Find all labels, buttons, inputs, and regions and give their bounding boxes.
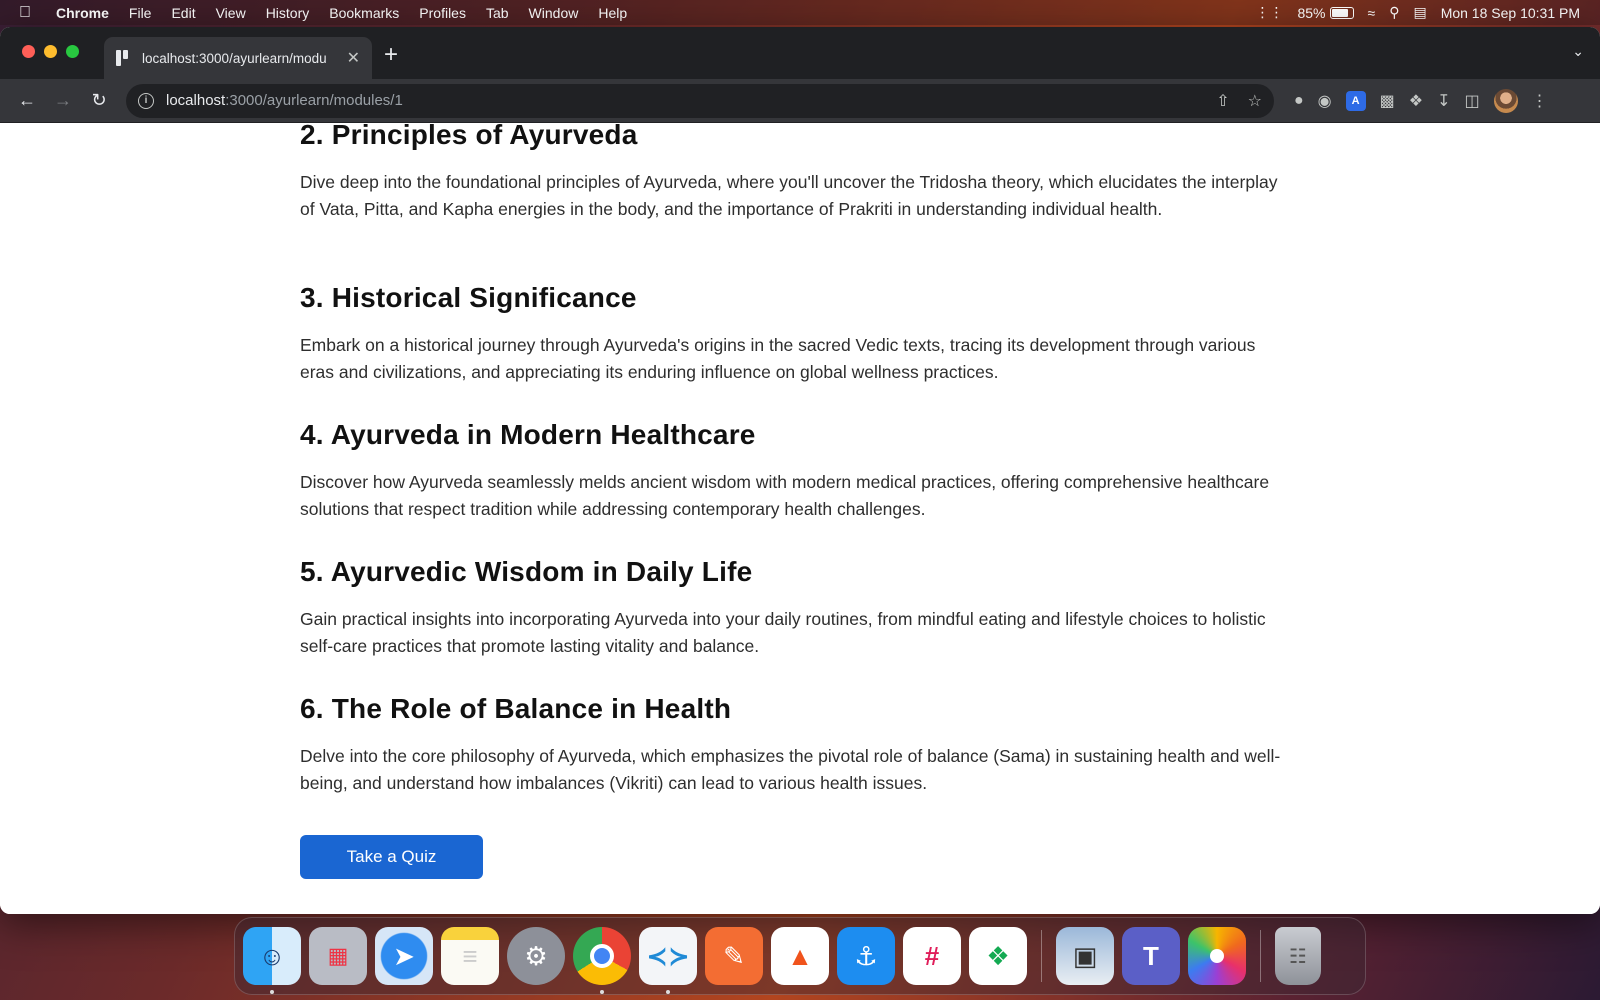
docker-icon[interactable]: ⚓ [837, 927, 895, 985]
extension-dot-icon[interactable]: ● [1294, 92, 1304, 110]
site-info-icon[interactable]: i [138, 92, 154, 109]
site-favicon-icon [116, 50, 130, 66]
launchpad-icon[interactable]: ▦ [309, 927, 367, 985]
battery-icon [1329, 6, 1354, 19]
section-heading: 2. Principles of Ayurveda [300, 123, 638, 150]
forward-button[interactable]: → [48, 86, 78, 116]
browser-toolbar: ← → ↻ i localhost:3000/ayurlearn/modules… [0, 79, 1600, 123]
close-window-button[interactable] [22, 45, 35, 58]
tab-search-chevron-icon[interactable]: ⌄ [1572, 43, 1584, 60]
dock-separator [1041, 930, 1042, 982]
menubar-clock[interactable]: Mon 18 Sep 10:31 PM [1441, 5, 1580, 21]
window-controls [22, 45, 79, 58]
back-button[interactable]: ← [12, 86, 42, 116]
section-body: Discover how Ayurveda seamlessly melds a… [300, 472, 1270, 519]
section-heading: 4. Ayurveda in Modern Healthcare [300, 419, 756, 450]
module-section-daily-life: 5. Ayurvedic Wisdom in Daily Life Gain p… [300, 556, 1285, 659]
extensions-puzzle-icon[interactable]: ❖ [1409, 91, 1423, 111]
tab-strip: localhost:3000/ayurlearn/modu ✕ + ⌄ [0, 27, 1600, 79]
notes-icon[interactable]: ≡ [441, 927, 499, 985]
slack-icon[interactable]: # [903, 927, 961, 985]
side-panel-icon[interactable]: ◫ [1465, 91, 1480, 111]
browser-window: localhost:3000/ayurlearn/modu ✕ + ⌄ ← → … [0, 27, 1600, 914]
minimize-window-button[interactable] [44, 45, 57, 58]
module-section-history: 3. Historical Significance Embark on a h… [300, 282, 1285, 385]
preview-icon[interactable]: ▣ [1056, 927, 1114, 985]
menu-history[interactable]: History [256, 5, 320, 21]
wifi-icon[interactable]: ≈ [1368, 5, 1376, 21]
fullscreen-window-button[interactable] [66, 45, 79, 58]
mongodb-compass-icon[interactable]: ❖ [969, 927, 1027, 985]
section-body: Dive deep into the foundational principl… [300, 172, 1278, 219]
apple-menu-icon[interactable]:  [0, 4, 50, 22]
share-icon[interactable]: ⇧ [1216, 91, 1229, 111]
battery-percent: 85% [1297, 4, 1326, 21]
downloads-icon[interactable]: ↧ [1437, 91, 1450, 111]
menu-window[interactable]: Window [519, 5, 589, 21]
menu-profiles[interactable]: Profiles [409, 5, 476, 21]
camera-extension-icon[interactable]: ◉ [1318, 91, 1332, 111]
url-path: :3000/ayurlearn/modules/1 [225, 92, 403, 109]
section-heading: 5. Ayurvedic Wisdom in Daily Life [300, 556, 753, 587]
page-viewport: 2. Principles of Ayurveda Dive deep into… [0, 123, 1600, 914]
new-tab-button[interactable]: + [384, 41, 398, 69]
menu-help[interactable]: Help [588, 5, 637, 21]
extensions-area: ● ◉ A ▩ ❖ ↧ ◫ ⋮ [1294, 88, 1548, 113]
dock-separator [1260, 930, 1261, 982]
safari-icon[interactable]: ➤ [375, 927, 433, 985]
reload-button[interactable]: ↻ [84, 86, 114, 116]
control-center-icon[interactable]: ▤ [1413, 4, 1426, 21]
tab-active[interactable]: localhost:3000/ayurlearn/modu ✕ [104, 37, 372, 79]
bookmark-star-icon[interactable]: ☆ [1248, 91, 1262, 111]
chrome-icon[interactable] [573, 927, 631, 994]
postman-icon[interactable]: ✎ [705, 927, 763, 985]
section-heading: 3. Historical Significance [300, 282, 637, 313]
spotlight-search-icon[interactable]: ⚲ [1389, 4, 1399, 21]
system-settings-icon[interactable]: ⚙ [507, 927, 565, 985]
brave-icon[interactable]: ▲ [771, 927, 829, 985]
section-heading: 6. The Role of Balance in Health [300, 693, 732, 724]
menu-bookmarks[interactable]: Bookmarks [319, 5, 409, 21]
macos-dock: ☺ ▦ ➤ ≡ ⚙ ≺≻ ✎ ▲ ⚓ # ❖ ▣ T ☷ [234, 917, 1366, 995]
section-body: Embark on a historical journey through A… [300, 335, 1256, 382]
tab-title: localhost:3000/ayurlearn/modu [142, 50, 327, 66]
photos-icon[interactable] [1188, 927, 1246, 985]
module-section-principles: 2. Principles of Ayurveda Dive deep into… [300, 123, 1285, 222]
profile-avatar[interactable] [1493, 88, 1518, 113]
finder-icon[interactable]: ☺ [243, 927, 301, 994]
trash-icon[interactable]: ☷ [1275, 927, 1321, 985]
battery-level-fill [1331, 8, 1348, 17]
app-menu-chrome[interactable]: Chrome [50, 5, 119, 21]
chrome-menu-icon[interactable]: ⋮ [1532, 91, 1548, 111]
menu-view[interactable]: View [206, 5, 256, 21]
section-body: Delve into the core philosophy of Ayurve… [300, 746, 1281, 793]
url-host: localhost [166, 92, 226, 109]
menu-tab[interactable]: Tab [476, 5, 519, 21]
menu-file[interactable]: File [119, 5, 162, 21]
macos-menu-bar:  Chrome File Edit View History Bookmark… [0, 0, 1600, 25]
module-section-modern-healthcare: 4. Ayurveda in Modern Healthcare Discove… [300, 419, 1285, 522]
menu-edit[interactable]: Edit [161, 5, 205, 21]
module-section-balance: 6. The Role of Balance in Health Delve i… [300, 693, 1285, 796]
section-body: Gain practical insights into incorporati… [300, 609, 1266, 656]
address-bar[interactable]: i localhost:3000/ayurlearn/modules/1 ⇧ ☆ [126, 83, 1274, 118]
teams-icon[interactable]: T [1122, 927, 1180, 985]
extension-badge-icon[interactable]: ▩ [1380, 91, 1395, 111]
translate-extension-icon[interactable]: A [1345, 90, 1366, 111]
vscode-icon[interactable]: ≺≻ [639, 927, 697, 994]
take-quiz-button[interactable]: Take a Quiz [300, 835, 483, 879]
battery-status[interactable]: 85% [1297, 4, 1354, 21]
activity-icon[interactable]: ⋮⋮ [1255, 4, 1283, 21]
tab-close-icon[interactable]: ✕ [347, 48, 360, 68]
